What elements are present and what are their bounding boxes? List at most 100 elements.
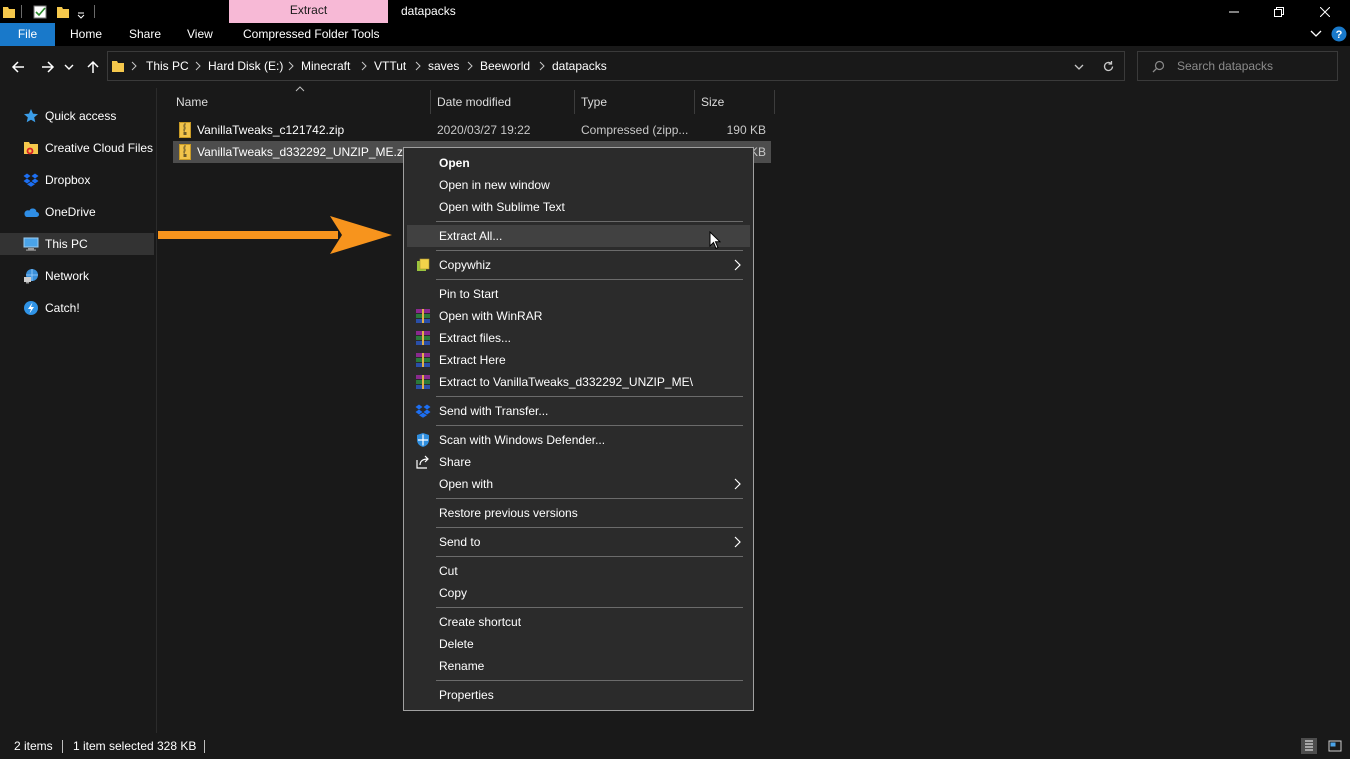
winrar-icon	[416, 331, 430, 345]
menu-label: Open with Sublime Text	[439, 200, 565, 214]
nav-item-network[interactable]: Network	[0, 265, 154, 287]
column-header-name[interactable]: Name	[176, 90, 208, 114]
context-menu: Open Open in new window Open with Sublim…	[403, 147, 754, 711]
tab-view[interactable]: View	[187, 23, 213, 46]
column-divider[interactable]	[430, 90, 431, 114]
nav-item-onedrive[interactable]: OneDrive	[0, 201, 154, 223]
back-button[interactable]	[9, 58, 27, 76]
menu-item-open[interactable]: Open	[407, 152, 750, 174]
chevron-down-icon	[64, 64, 74, 70]
forward-button[interactable]	[39, 58, 57, 76]
menu-label: Scan with Windows Defender...	[439, 433, 606, 447]
menu-item-open-with-sublime-text[interactable]: Open with Sublime Text	[407, 196, 750, 218]
menu-item-open-in-new-window[interactable]: Open in new window	[407, 174, 750, 196]
menu-item-send-to[interactable]: Send to	[407, 531, 750, 553]
menu-item-extract-to-folder[interactable]: Extract to VanillaTweaks_d332292_UNZIP_M…	[407, 371, 750, 393]
menu-label: Copywhiz	[439, 258, 492, 272]
menu-item-open-with-winrar[interactable]: Open with WinRAR	[407, 305, 750, 327]
minimize-button[interactable]	[1211, 0, 1257, 23]
crumb-datapacks[interactable]: datapacks	[552, 52, 607, 80]
menu-label: Extract Here	[439, 353, 506, 367]
menu-item-delete[interactable]: Delete	[407, 633, 750, 655]
customize-toolbar-icon[interactable]	[76, 4, 86, 19]
chevron-right-icon	[288, 61, 294, 71]
folder-icon	[112, 61, 124, 72]
crumb-vttut[interactable]: VTTut	[374, 52, 406, 80]
menu-label: Share	[439, 455, 472, 469]
menu-label: Restore previous versions	[439, 506, 578, 520]
address-bar[interactable]: This PC Hard Disk (E:) Minecraft VTTut s…	[107, 51, 1125, 81]
menu-label: Delete	[439, 637, 474, 651]
menu-item-share[interactable]: Share	[407, 451, 750, 473]
menu-item-copywhiz[interactable]: Copywhiz	[407, 254, 750, 276]
recent-locations-button[interactable]	[63, 58, 75, 76]
nav-item-dropbox[interactable]: Dropbox	[0, 169, 154, 191]
column-divider[interactable]	[774, 90, 775, 114]
separator	[204, 740, 205, 753]
new-folder-icon[interactable]	[56, 4, 70, 19]
tab-share[interactable]: Share	[129, 23, 161, 46]
details-view-icon[interactable]	[1301, 738, 1317, 754]
menu-item-send-with-transfer[interactable]: Send with Transfer...	[407, 400, 750, 422]
svg-text:?: ?	[1336, 29, 1343, 41]
network-icon	[24, 269, 38, 284]
column-header-size[interactable]: Size	[701, 90, 724, 114]
file-row[interactable]: VanillaTweaks_c121742.zip 2020/03/27 19:…	[173, 119, 771, 141]
close-button[interactable]	[1302, 0, 1348, 23]
menu-item-copy[interactable]: Copy	[407, 582, 750, 604]
address-history-icon[interactable]	[1074, 62, 1084, 72]
restore-button[interactable]	[1256, 0, 1302, 23]
column-divider[interactable]	[574, 90, 575, 114]
crumb-saves[interactable]: saves	[428, 52, 459, 80]
column-header-type[interactable]: Type	[581, 90, 607, 114]
tab-compressed-folder-tools[interactable]: Compressed Folder Tools	[243, 23, 380, 46]
nav-label: Creative Cloud Files	[45, 141, 154, 155]
menu-separator	[436, 221, 743, 222]
crumb-this-pc[interactable]: This PC	[146, 52, 189, 80]
minimize-icon	[1229, 11, 1239, 12]
menu-item-extract-all[interactable]: Extract All...	[407, 225, 750, 247]
crumb-beeworld[interactable]: Beeworld	[480, 52, 530, 80]
expand-ribbon-icon[interactable]	[1310, 28, 1322, 40]
menu-item-rename[interactable]: Rename	[407, 655, 750, 677]
nav-item-quick-access[interactable]: Quick access	[0, 105, 154, 127]
menu-item-extract-here[interactable]: Extract Here	[407, 349, 750, 371]
status-selection: 1 item selected	[73, 739, 154, 753]
column-header-date[interactable]: Date modified	[437, 90, 511, 114]
refresh-icon[interactable]	[1102, 60, 1115, 73]
menu-item-pin-to-start[interactable]: Pin to Start	[407, 283, 750, 305]
column-divider[interactable]	[694, 90, 695, 114]
nav-item-catch[interactable]: Catch!	[0, 297, 154, 319]
menu-item-scan-with-windows-defender[interactable]: Scan with Windows Defender...	[407, 429, 750, 451]
tab-home[interactable]: Home	[70, 23, 102, 46]
nav-item-creative-cloud-files[interactable]: Creative Cloud Files	[0, 137, 154, 159]
chevron-right-icon	[361, 61, 367, 71]
help-icon[interactable]: ?	[1331, 26, 1347, 42]
sort-ascending-icon	[295, 86, 305, 92]
menu-item-open-with[interactable]: Open with	[407, 473, 750, 495]
up-button[interactable]	[84, 58, 102, 76]
menu-item-extract-files[interactable]: Extract files...	[407, 327, 750, 349]
close-icon	[1320, 6, 1330, 17]
menu-separator	[436, 425, 743, 426]
menu-item-restore-previous-versions[interactable]: Restore previous versions	[407, 502, 750, 524]
properties-icon[interactable]	[33, 4, 47, 19]
menu-item-properties[interactable]: Properties	[407, 684, 750, 706]
file-name: VanillaTweaks_c121742.zip	[197, 123, 345, 137]
navigation-pane: Quick access Creative Cloud Files Dropbo…	[0, 88, 157, 733]
search-input[interactable]: Search datapacks	[1137, 51, 1338, 81]
crumb-hard-disk[interactable]: Hard Disk (E:)	[208, 52, 283, 80]
copywhiz-icon	[417, 258, 430, 271]
menu-separator	[436, 498, 743, 499]
up-arrow-icon	[87, 60, 99, 73]
separator	[21, 5, 22, 18]
file-size: 190 KB	[726, 123, 766, 137]
tab-file[interactable]: File	[0, 23, 55, 46]
menu-item-cut[interactable]: Cut	[407, 560, 750, 582]
annotation-arrow	[158, 216, 392, 254]
nav-item-this-pc[interactable]: This PC	[0, 233, 154, 255]
large-icons-view-icon[interactable]	[1327, 738, 1343, 754]
menu-label: Open	[439, 156, 470, 170]
crumb-minecraft[interactable]: Minecraft	[301, 52, 350, 80]
menu-item-create-shortcut[interactable]: Create shortcut	[407, 611, 750, 633]
